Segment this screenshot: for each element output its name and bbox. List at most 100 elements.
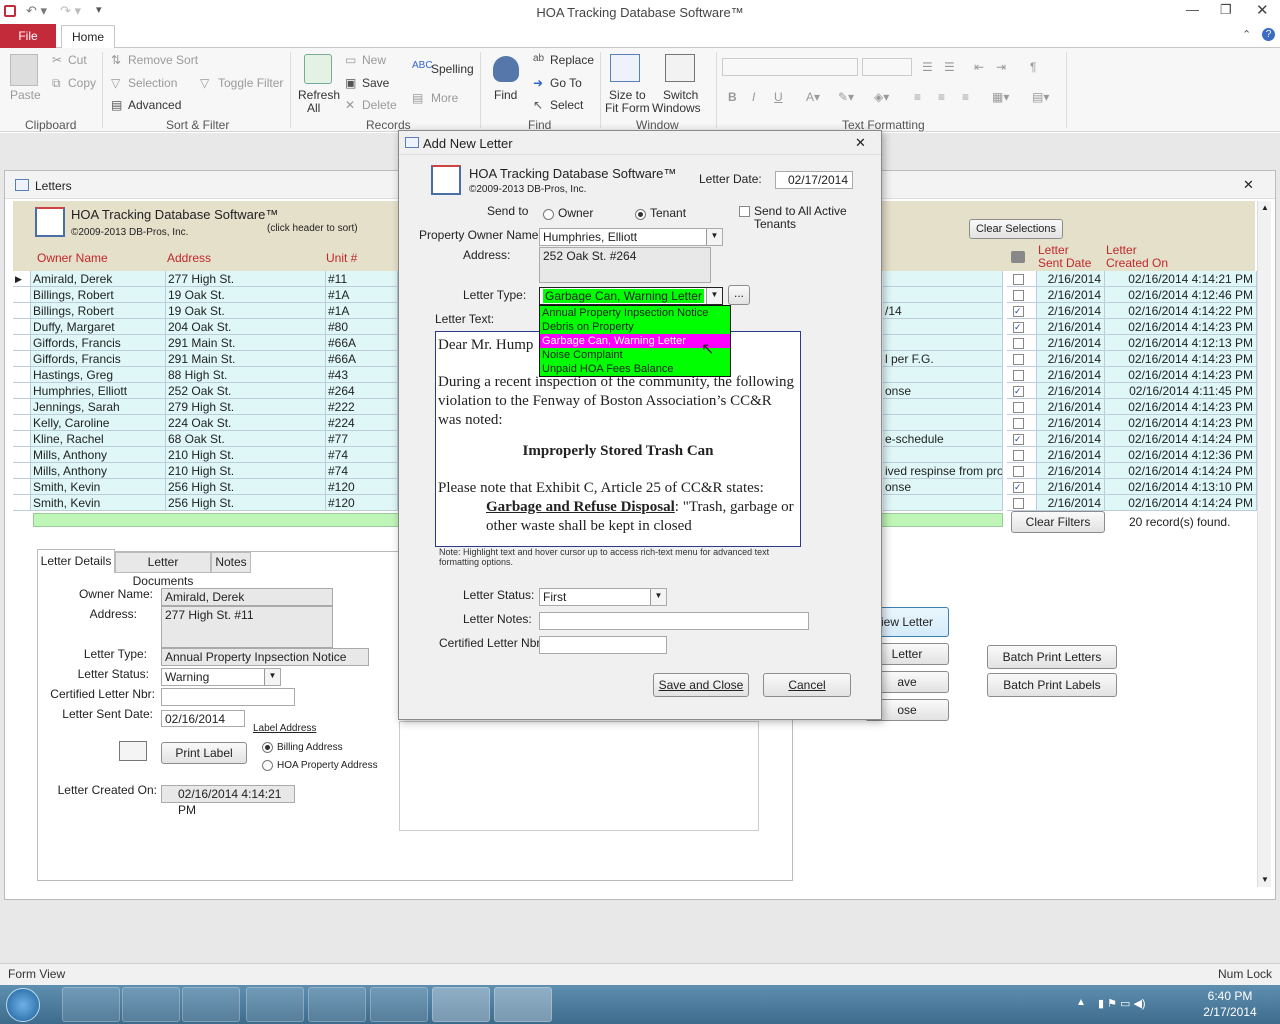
chevron-down-icon[interactable]: ▼	[706, 229, 722, 245]
cut-icon[interactable]: ✂	[52, 53, 62, 67]
unit-cell[interactable]: #224	[326, 415, 398, 431]
gimp-icon[interactable]	[246, 987, 304, 1022]
address-column-header[interactable]: Address	[167, 251, 211, 265]
replace-button[interactable]: Replace	[550, 53, 594, 67]
owner-cell[interactable]: Giffords, Francis	[31, 351, 166, 367]
property-owner-select[interactable]: Humphries, Elliott▼	[539, 228, 723, 246]
sent-date-header-line1[interactable]: Letter	[1038, 243, 1069, 257]
address-cell[interactable]: 204 Oak St.	[166, 319, 326, 335]
paste-icon[interactable]	[10, 54, 38, 86]
clear-filters-button[interactable]: Clear Filters	[1011, 511, 1105, 533]
row-checkbox[interactable]: ✓	[1013, 434, 1024, 445]
created-on-cell[interactable]: 02/16/2014 4:14:23 PM	[1105, 319, 1257, 335]
owner-field[interactable]: Amirald, Derek	[161, 588, 333, 606]
find-button[interactable]: Find	[494, 88, 517, 102]
tenant-radio[interactable]	[635, 209, 646, 220]
dialog-status-select[interactable]: First▼	[539, 588, 667, 606]
paragraph-icon[interactable]: ¶	[1030, 60, 1036, 74]
align-left-icon[interactable]: ≡	[914, 90, 921, 104]
created-on-cell[interactable]: 02/16/2014 4:12:46 PM	[1105, 287, 1257, 303]
type-field[interactable]: Annual Property Inpsection Notice	[161, 648, 369, 666]
more-button[interactable]: More	[431, 91, 458, 105]
row-checkbox[interactable]: ✓	[1013, 386, 1024, 397]
hoa-address-radio[interactable]	[262, 760, 273, 771]
contacts-icon[interactable]	[308, 987, 366, 1022]
note-cell[interactable]	[883, 335, 1003, 351]
row-checkbox[interactable]: ✓	[1013, 482, 1024, 493]
sent-date-cell[interactable]: 2/16/2014	[1037, 479, 1105, 495]
created-on-cell[interactable]: 02/16/2014 4:14:21 PM	[1105, 271, 1257, 287]
print-label-button[interactable]: Print Label	[161, 742, 247, 764]
utorrent-icon[interactable]	[370, 987, 428, 1022]
form-close-icon[interactable]: ✕	[1243, 177, 1254, 193]
send-all-checkbox[interactable]	[739, 206, 750, 217]
sent-date-header-line2[interactable]: Sent Date	[1038, 256, 1091, 270]
row-checkbox[interactable]	[1013, 498, 1024, 509]
clock-date[interactable]: 2/17/2014	[1196, 1005, 1264, 1019]
printer-icon[interactable]	[1011, 251, 1025, 263]
created-on-cell[interactable]: 02/16/2014 4:14:22 PM	[1105, 303, 1257, 319]
row-selector[interactable]	[13, 319, 31, 335]
sent-date-cell[interactable]: 2/16/2014	[1037, 319, 1105, 335]
row-selector[interactable]	[13, 495, 31, 511]
font-name-select[interactable]	[722, 58, 858, 76]
address-cell[interactable]: 19 Oak St.	[166, 287, 326, 303]
size-to-fit-button[interactable]: Size to	[609, 88, 646, 102]
note-cell[interactable]	[883, 447, 1003, 463]
owner-cell[interactable]: Amirald, Derek	[31, 271, 166, 287]
note-cell[interactable]: onse	[883, 383, 1003, 399]
tab-letter-documents[interactable]: Letter Documents	[115, 552, 211, 573]
created-on-cell[interactable]: 02/16/2014 4:14:24 PM	[1105, 463, 1257, 479]
row-checkbox[interactable]	[1013, 338, 1024, 349]
tray-expand-icon[interactable]: ▲	[1076, 997, 1086, 1008]
owner-column-header[interactable]: Owner Name	[37, 251, 108, 265]
tab-notes[interactable]: Notes	[211, 552, 251, 573]
note-cell[interactable]	[883, 287, 1003, 303]
scroll-up-icon[interactable]: ▲	[1261, 203, 1269, 212]
row-selector[interactable]	[13, 303, 31, 319]
row-checkbox[interactable]	[1013, 466, 1024, 477]
billing-address-radio[interactable]	[262, 742, 273, 753]
copy-button[interactable]: Copy	[68, 76, 96, 90]
chevron-down-icon[interactable]: ▼	[706, 288, 722, 304]
owner-radio[interactable]	[543, 209, 554, 220]
note-cell[interactable]	[883, 271, 1003, 287]
created-on-cell[interactable]: 02/16/2014 4:14:23 PM	[1105, 399, 1257, 415]
tab-home[interactable]: Home	[61, 25, 115, 49]
numbering-icon[interactable]: ☰	[944, 60, 955, 74]
created-on-cell[interactable]: 02/16/2014 4:14:23 PM	[1105, 367, 1257, 383]
unit-cell[interactable]: #74	[326, 463, 398, 479]
unit-cell[interactable]: #264	[326, 383, 398, 399]
sent-date-cell[interactable]: 2/16/2014	[1037, 447, 1105, 463]
chevron-down-icon[interactable]: ▼	[650, 589, 666, 605]
media-player-icon[interactable]	[182, 987, 240, 1022]
unit-cell[interactable]: #66A	[326, 335, 398, 351]
row-checkbox[interactable]	[1013, 274, 1024, 285]
address-cell[interactable]: 279 High St.	[166, 399, 326, 415]
unit-cell[interactable]: #74	[326, 447, 398, 463]
switch-windows-button[interactable]: Switch	[663, 88, 698, 102]
row-checkbox[interactable]	[1013, 450, 1024, 461]
align-right-icon[interactable]: ≡	[962, 90, 969, 104]
size-to-fit-label[interactable]: Fit Form	[605, 101, 650, 115]
indent-icon[interactable]: ⇤	[974, 60, 984, 74]
access-icon[interactable]	[494, 987, 552, 1022]
note-cell[interactable]	[883, 319, 1003, 335]
switch-windows-icon[interactable]	[665, 54, 695, 82]
owner-cell[interactable]: Smith, Kevin	[31, 495, 166, 511]
created-on-cell[interactable]: 02/16/2014 4:14:23 PM	[1105, 351, 1257, 367]
owner-cell[interactable]: Humphries, Elliott	[31, 383, 166, 399]
row-selector[interactable]	[13, 351, 31, 367]
chevron-down-icon[interactable]: ▼	[264, 669, 280, 685]
letter-type-select[interactable]: Garbage Can, Warning Letter▼	[539, 287, 723, 305]
row-selector[interactable]	[13, 479, 31, 495]
letter-type-option[interactable]: Annual Property Inpsection Notice	[540, 306, 730, 320]
remove-sort-button[interactable]: Remove Sort	[128, 53, 198, 67]
clear-selections-button[interactable]: Clear Selections	[969, 219, 1063, 239]
save-and-close-button[interactable]: Save and Close	[653, 673, 749, 697]
row-selector[interactable]	[13, 463, 31, 479]
spelling-button[interactable]: Spelling	[431, 62, 474, 76]
letter-type-ellipsis-button[interactable]: ...	[728, 285, 750, 305]
row-checkbox[interactable]	[1013, 418, 1024, 429]
row-checkbox[interactable]: ✓	[1013, 306, 1024, 317]
